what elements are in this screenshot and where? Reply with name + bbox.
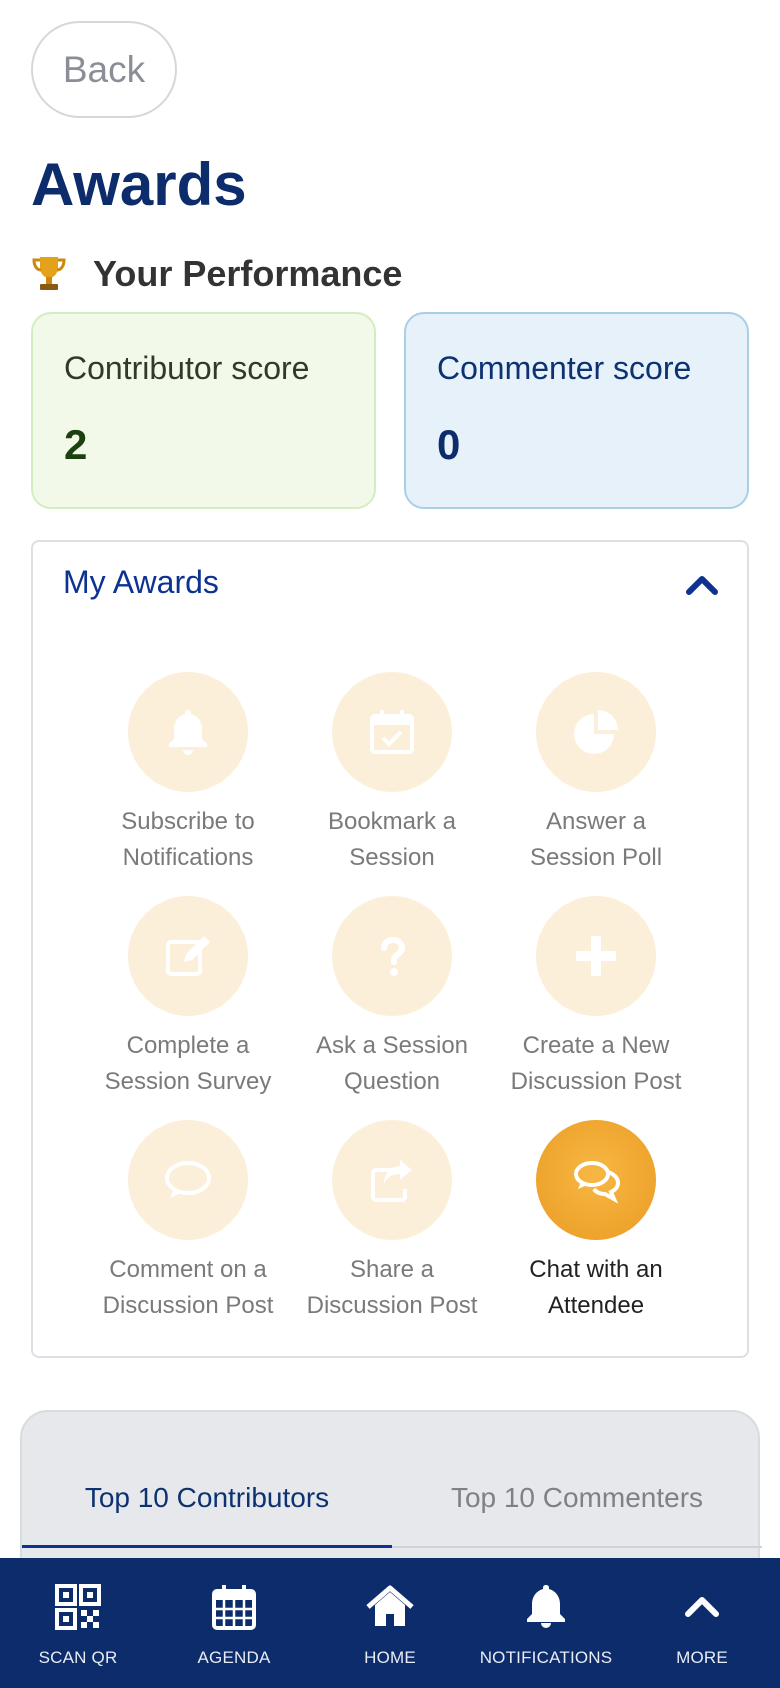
active-tab-indicator xyxy=(22,1545,392,1548)
my-awards-panel: My Awards Subscribe to Notifications Book… xyxy=(31,540,749,1358)
nav-more[interactable]: MORE xyxy=(624,1558,780,1688)
nav-label: NOTIFICATIONS xyxy=(479,1648,613,1667)
calendar-icon xyxy=(212,1585,256,1630)
share-icon xyxy=(371,1160,412,1202)
contributor-score-value: 2 xyxy=(64,421,88,468)
award-label-line2: Session Poll xyxy=(529,844,663,871)
tab-top-contributors[interactable]: Top 10 Contributors xyxy=(22,1482,392,1514)
award-badge xyxy=(128,896,248,1016)
award-badge-earned xyxy=(536,1120,656,1240)
award-answer-poll[interactable]: Answer a Session Poll xyxy=(491,672,701,876)
award-label-line2: Notifications xyxy=(122,844,254,871)
award-label-line2: Discussion Post xyxy=(510,1068,682,1095)
award-share-post[interactable]: Share a Discussion Post xyxy=(287,1120,497,1324)
back-button[interactable]: Back xyxy=(31,21,177,118)
nav-home[interactable]: HOME xyxy=(312,1558,468,1688)
plus-icon xyxy=(576,936,616,976)
home-icon xyxy=(366,1585,414,1626)
tab-top-commenters[interactable]: Top 10 Commenters xyxy=(392,1482,762,1514)
trophy-icon xyxy=(32,257,66,290)
chevron-up-icon[interactable] xyxy=(685,572,719,596)
award-label-line1: Bookmark a xyxy=(327,808,457,835)
contributor-score-card: Contributor score 2 xyxy=(31,312,376,509)
bell-icon xyxy=(169,710,207,755)
award-label-line2: Discussion Post xyxy=(102,1292,274,1319)
nav-notifications[interactable]: NOTIFICATIONS xyxy=(468,1558,624,1688)
award-badge xyxy=(536,672,656,792)
calendar-check-icon xyxy=(370,710,414,754)
award-badge xyxy=(332,672,452,792)
award-complete-survey[interactable]: Complete a Session Survey xyxy=(83,896,293,1100)
my-awards-heading[interactable]: My Awards xyxy=(63,564,219,601)
nav-label: HOME xyxy=(364,1648,416,1667)
pie-chart-icon xyxy=(574,710,618,754)
question-icon xyxy=(381,936,406,976)
award-bookmark-session[interactable]: Bookmark a Session xyxy=(287,672,497,876)
award-label-line1: Share a xyxy=(349,1256,435,1283)
award-label-line2: Session xyxy=(349,844,435,871)
nav-label: AGENDA xyxy=(197,1648,271,1667)
award-badge xyxy=(332,896,452,1016)
award-subscribe-notifications[interactable]: Subscribe to Notifications xyxy=(83,672,293,876)
award-label-line2: Attendee xyxy=(547,1292,645,1319)
award-badge xyxy=(536,896,656,1016)
performance-title: Your Performance xyxy=(93,253,403,294)
award-create-post[interactable]: Create a New Discussion Post xyxy=(491,896,701,1100)
nav-agenda[interactable]: AGENDA xyxy=(156,1558,312,1688)
edit-icon xyxy=(166,936,210,976)
performance-heading: Your Performance xyxy=(31,253,402,295)
chevron-up-icon xyxy=(685,1597,719,1617)
award-label-line2: Session Survey xyxy=(104,1068,272,1095)
award-label-line2: Discussion Post xyxy=(306,1292,478,1319)
award-comment-post[interactable]: Comment on a Discussion Post xyxy=(83,1120,293,1324)
comments-icon xyxy=(574,1161,621,1204)
award-label-line1: Answer a xyxy=(545,808,647,835)
award-label-line1: Create a New xyxy=(522,1032,670,1059)
award-label-line1: Ask a Session xyxy=(315,1032,469,1059)
award-label-line1: Comment on a xyxy=(109,1256,267,1283)
page-title: Awards xyxy=(31,151,247,218)
award-chat-attendee[interactable]: Chat with an Attendee xyxy=(491,1120,701,1324)
award-badge xyxy=(128,672,248,792)
award-label-line1: Chat with an xyxy=(529,1256,663,1283)
award-label-line2: Question xyxy=(343,1068,441,1095)
award-label-line1: Complete a xyxy=(126,1032,250,1059)
qr-code-icon xyxy=(55,1584,101,1630)
commenter-score-card: Commenter score 0 xyxy=(404,312,749,509)
award-badge xyxy=(128,1120,248,1240)
nav-label: MORE xyxy=(676,1648,728,1667)
bottom-nav: SCAN QR AGENDA HOME NOTIFICATIONS MORE xyxy=(0,1558,780,1688)
commenter-score-label: Commenter score xyxy=(437,350,692,386)
commenter-score-value: 0 xyxy=(437,421,461,468)
award-ask-question[interactable]: Ask a Session Question xyxy=(287,896,497,1100)
bell-icon xyxy=(527,1585,565,1628)
award-badge xyxy=(332,1120,452,1240)
nav-scan-qr[interactable]: SCAN QR xyxy=(0,1558,156,1688)
contributor-score-label: Contributor score xyxy=(64,350,310,386)
nav-label: SCAN QR xyxy=(38,1648,118,1667)
award-label-line1: Subscribe to xyxy=(121,808,255,835)
comment-icon xyxy=(165,1161,211,1198)
